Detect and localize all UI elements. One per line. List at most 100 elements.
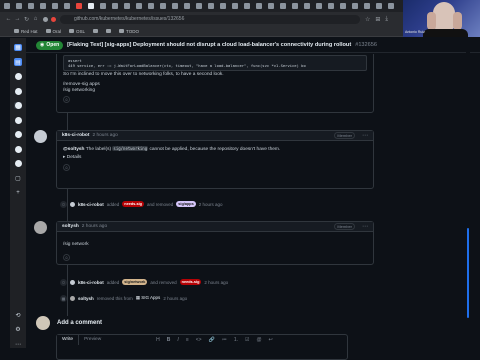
tab-favicon[interactable] <box>136 3 142 9</box>
tab-favicon[interactable] <box>232 3 238 9</box>
user-mention[interactable]: @soltysh <box>63 147 84 152</box>
bold-icon[interactable]: B <box>167 337 171 343</box>
label-badge[interactable]: sig/network <box>122 279 148 285</box>
bookmark-folder[interactable]: Oral <box>45 29 61 34</box>
tab-preview[interactable]: Preview <box>79 335 106 345</box>
add-reaction-icon[interactable]: ☺ <box>63 96 70 103</box>
event-time[interactable]: 2 hours ago <box>163 296 187 301</box>
bookmark-folder[interactable]: TODO <box>119 29 139 34</box>
quote-icon[interactable]: ≡ <box>186 337 189 343</box>
tab-favicon[interactable] <box>172 3 178 9</box>
sidebar-app-icon[interactable]: ▤ <box>14 58 22 66</box>
numbered-list-icon[interactable]: 1. <box>234 337 238 343</box>
tab-favicon[interactable] <box>208 3 214 9</box>
mention-icon[interactable]: @ <box>256 337 261 343</box>
tab-favicon[interactable] <box>16 3 22 9</box>
history-icon[interactable]: ⟲ <box>14 311 22 319</box>
tab-favicon[interactable] <box>124 3 130 9</box>
tab-favicon[interactable] <box>184 3 190 9</box>
link-icon[interactable]: 🔗 <box>209 337 215 343</box>
tab-favicon[interactable] <box>64 3 70 9</box>
add-icon[interactable]: + <box>14 189 22 196</box>
downloads-icon[interactable]: ⤓ <box>385 16 388 23</box>
tab-favicon[interactable] <box>52 3 58 9</box>
avatar[interactable] <box>70 279 75 285</box>
tab-favicon[interactable] <box>40 3 46 9</box>
bullet-list-icon[interactable]: ≔ <box>222 337 227 343</box>
page-scrollbar[interactable] <box>466 38 470 360</box>
add-reaction-icon[interactable]: ☺ <box>63 164 70 171</box>
event-actor[interactable]: k8s-ci-robot <box>78 280 104 285</box>
tab-favicon[interactable] <box>328 3 334 9</box>
bookmark-star-icon[interactable]: ☆ <box>365 16 370 23</box>
tab-favicon[interactable] <box>112 3 118 9</box>
avatar[interactable] <box>34 130 47 143</box>
tab-favicon[interactable] <box>292 3 298 9</box>
tab-favicon[interactable] <box>340 3 346 9</box>
event-time[interactable]: 2 hours ago <box>199 202 223 207</box>
code-icon[interactable]: <> <box>196 337 202 343</box>
italic-icon[interactable]: I <box>177 337 178 343</box>
tab-favicon[interactable] <box>100 3 106 9</box>
current-user-avatar[interactable] <box>36 316 50 330</box>
extension-icon[interactable] <box>51 16 56 22</box>
tab-favicon[interactable] <box>388 3 394 9</box>
home-icon[interactable]: ⌂ <box>31 16 40 22</box>
forward-icon[interactable]: → <box>13 16 22 22</box>
tab-favicon[interactable] <box>220 3 226 9</box>
gmail-tab-icon[interactable] <box>76 3 82 9</box>
more-icon[interactable]: ⋯ <box>14 340 22 348</box>
tab-favicon[interactable] <box>256 3 262 9</box>
bookmark-folder[interactable] <box>106 29 112 33</box>
label-badge[interactable]: needs-sig <box>179 279 202 285</box>
tab-favicon[interactable] <box>268 3 274 9</box>
comment-editor[interactable]: Write Preview H B I ≡ <> 🔗 ≔ 1. ☑ @ ↩ <box>56 334 348 360</box>
sidebar-github-icon[interactable] <box>14 160 22 168</box>
heading-icon[interactable]: H <box>156 337 160 343</box>
sidebar-github-icon[interactable] <box>14 145 22 153</box>
tab-favicon[interactable] <box>196 3 202 9</box>
sidebar-github-icon[interactable] <box>14 73 22 81</box>
reference-icon[interactable]: ↩ <box>269 337 273 343</box>
sidebar-github-icon[interactable] <box>14 116 22 124</box>
comment-time[interactable]: 2 hours ago <box>82 224 107 229</box>
label-badge[interactable]: sig/apps <box>176 201 196 207</box>
sidebar-app-icon[interactable]: ▦ <box>14 44 22 52</box>
reload-icon[interactable]: ↻ <box>22 16 31 23</box>
event-actor[interactable]: soltysh <box>78 296 94 301</box>
add-reaction-icon[interactable]: ☺ <box>63 254 70 261</box>
tab-favicon[interactable] <box>148 3 154 9</box>
scrollbar-thumb[interactable] <box>467 228 469 318</box>
task-list-icon[interactable]: ☑ <box>245 337 249 343</box>
comment-author[interactable]: k8s-ci-robot <box>62 133 89 138</box>
address-bar[interactable]: github.com/kubernetes/kubernetes/issues/… <box>60 14 360 24</box>
bookmark-folder[interactable]: Red Hat <box>14 29 38 34</box>
sidebar-github-icon-active[interactable] <box>14 101 22 110</box>
tab-favicon[interactable] <box>160 3 166 9</box>
tab-favicon[interactable] <box>280 3 286 9</box>
tab-write[interactable]: Write <box>57 335 80 345</box>
tab-favicon[interactable] <box>28 3 34 9</box>
extensions-icon[interactable]: ⊞ <box>375 16 380 23</box>
tab-favicon[interactable] <box>244 3 250 9</box>
tab-favicon[interactable] <box>364 3 370 9</box>
more-options-icon[interactable]: ⋯ <box>362 132 368 139</box>
more-options-icon[interactable]: ⋯ <box>362 223 368 230</box>
extension-icon[interactable] <box>43 16 48 22</box>
label-badge[interactable]: needs-sig <box>122 201 145 207</box>
project-link[interactable]: ▦ SIG Apps <box>136 295 161 301</box>
tab-favicon[interactable] <box>304 3 310 9</box>
event-actor[interactable]: k8s-ci-robot <box>78 202 104 207</box>
avatar[interactable] <box>70 201 75 207</box>
details-toggle[interactable]: ▸ Details <box>63 154 367 162</box>
sidebar-github-icon[interactable] <box>14 131 22 139</box>
tab-favicon[interactable] <box>352 3 358 9</box>
github-tab-icon[interactable] <box>88 3 94 9</box>
bookmark-folder[interactable] <box>93 29 99 33</box>
avatar[interactable] <box>70 295 75 301</box>
settings-gear-icon[interactable]: ⚙ <box>14 326 22 333</box>
sidebar-app-icon[interactable]: ▢ <box>14 174 22 182</box>
avatar[interactable] <box>34 221 47 234</box>
comment-author[interactable]: soltysh <box>62 224 79 229</box>
bookmark-folder[interactable]: OSL <box>69 29 85 34</box>
